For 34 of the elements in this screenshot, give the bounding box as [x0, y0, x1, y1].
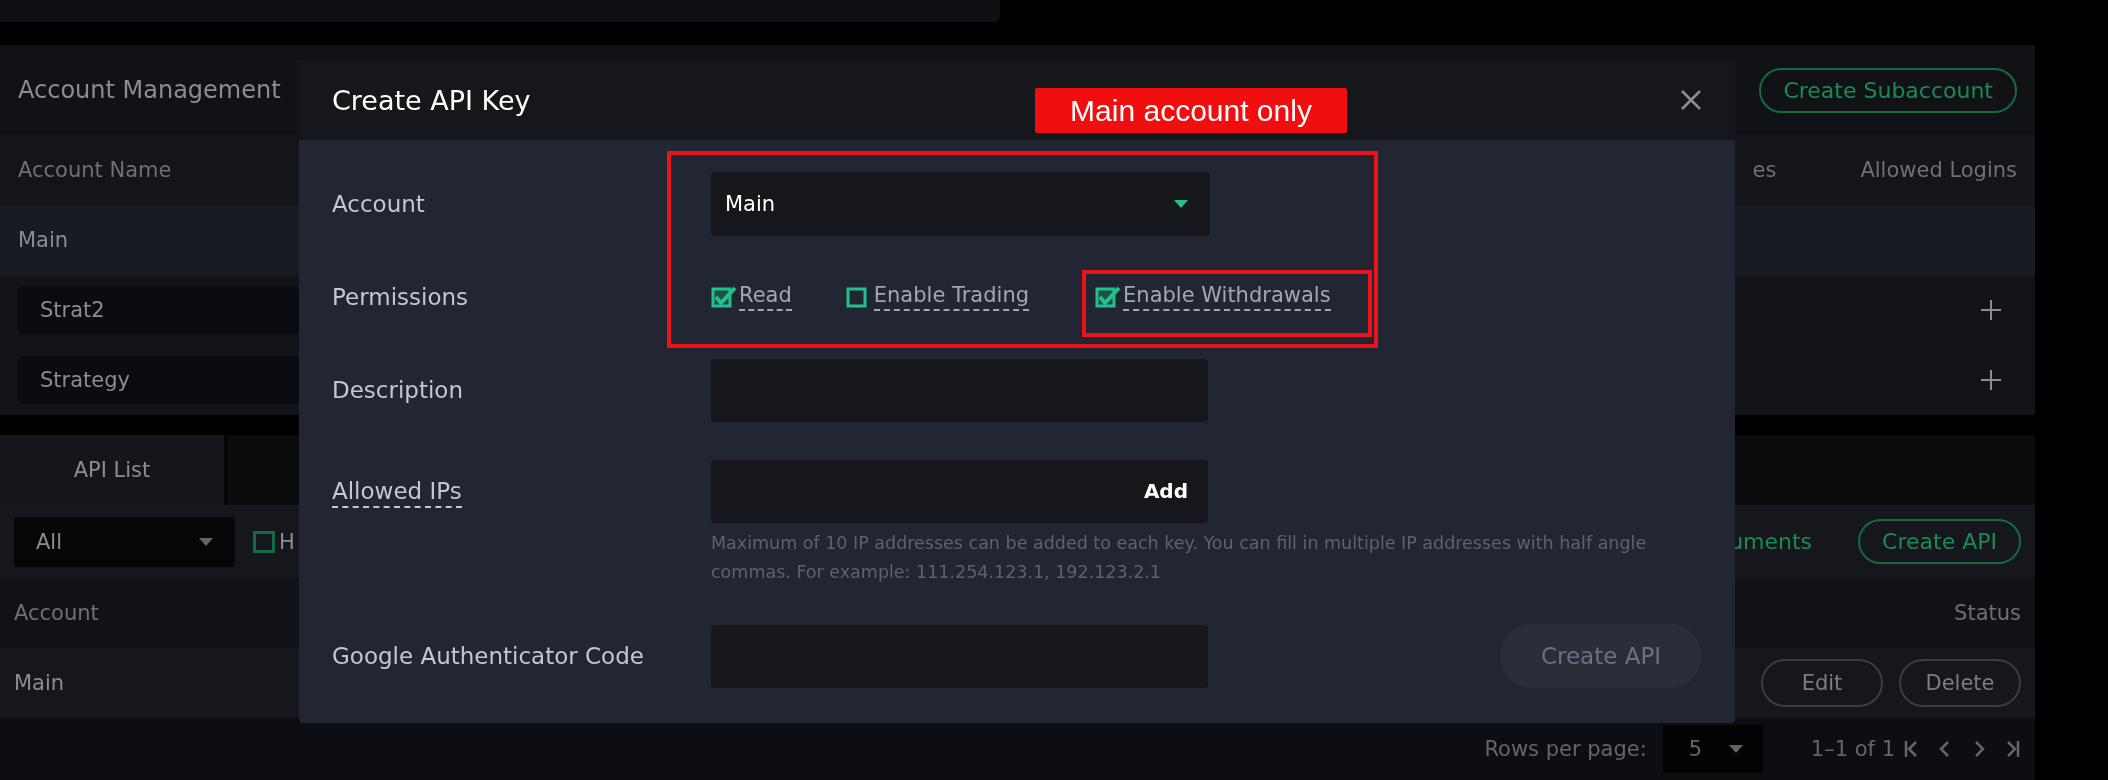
table-cell: Main — [18, 228, 69, 252]
create-api-button[interactable]: Create API — [1858, 519, 2021, 564]
column-header: Allowed Logins — [1860, 158, 2017, 182]
checkbox-label: H — [279, 529, 295, 554]
column-header: Status — [1954, 601, 2021, 625]
column-header: es — [1752, 158, 1777, 182]
rows-per-page-label: Rows per page: — [1484, 737, 1647, 761]
account-name-field[interactable]: Strategy — [18, 356, 299, 404]
column-header: Account — [14, 601, 99, 625]
hint-text: Maximum of 10 IP addresses can be added to each key. You can fill in multiple IP addresses with half angle commas. For example: 111.254.123.1, 192.123.2.1 — [711, 532, 1648, 584]
dialog-title: Create API Key — [332, 84, 531, 116]
account-select[interactable]: Main — [711, 172, 1210, 236]
action-button[interactable]: Edit — [1761, 659, 1883, 707]
field-label: Account — [332, 191, 425, 217]
page-range: 1–1 of 1 — [1810, 737, 1895, 761]
rows-per-page-select[interactable]: 5 — [1662, 725, 1763, 773]
field-label: Permissions — [332, 284, 469, 310]
action-button[interactable]: Delete — [1899, 659, 2021, 707]
field-label: Allowed IPs — [332, 478, 462, 508]
field-label: Description — [332, 377, 463, 403]
account-filter-select[interactable]: All — [14, 516, 235, 567]
permission-label[interactable]: Enable Trading — [873, 283, 1030, 311]
add-button[interactable]: Add — [1143, 479, 1188, 503]
table-cell: Main — [14, 671, 65, 695]
column-header: Account Name — [18, 158, 172, 182]
field-label: Google Authenticator Code — [332, 643, 644, 669]
create-subaccount-button[interactable]: Create Subaccount — [1759, 67, 2017, 113]
input-field[interactable]: Add — [711, 459, 1208, 523]
annotation-label: Main account only — [1035, 88, 1347, 133]
tab[interactable]: API List — [0, 435, 228, 505]
permission-label[interactable]: Read — [739, 283, 792, 311]
section-title: Account Management — [18, 76, 281, 104]
account-name-field[interactable]: Strat2 — [18, 286, 299, 334]
permission-label[interactable]: Enable Withdrawals — [1123, 283, 1331, 311]
